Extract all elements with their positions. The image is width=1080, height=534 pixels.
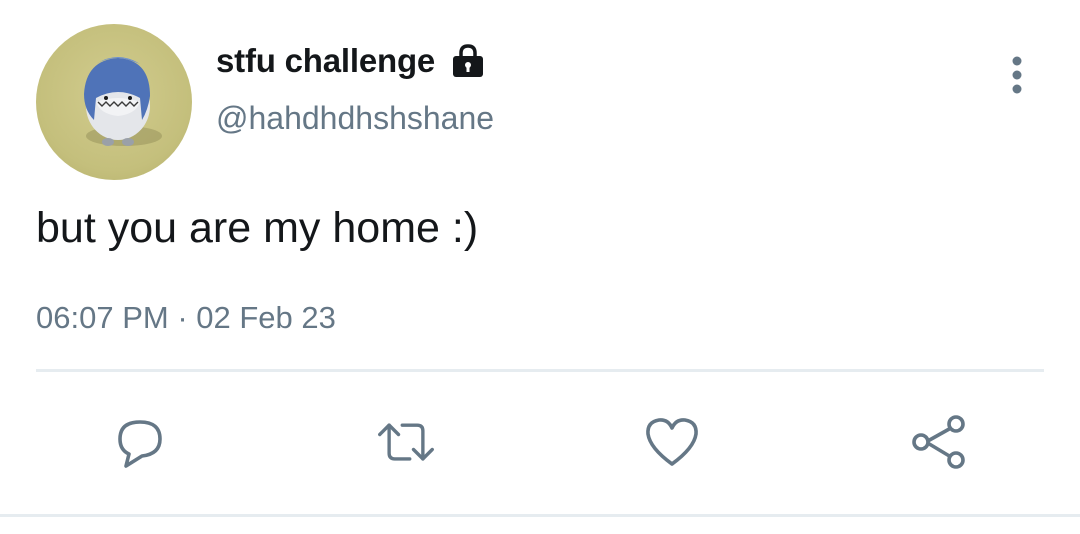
- avatar[interactable]: [36, 24, 192, 180]
- reply-button[interactable]: [110, 412, 170, 472]
- more-vertical-icon[interactable]: [1000, 52, 1034, 98]
- timestamp: 06:07 PM · 02 Feb 23: [36, 300, 336, 336]
- name-row: stfu challenge: [216, 40, 485, 82]
- avatar-image: [36, 24, 192, 180]
- heart-icon: [646, 418, 698, 466]
- share-button[interactable]: [908, 412, 968, 472]
- tweet-date[interactable]: 02 Feb 23: [196, 300, 336, 335]
- reply-icon: [118, 420, 162, 468]
- like-button[interactable]: [642, 412, 702, 472]
- tweet-time[interactable]: 06:07 PM: [36, 300, 169, 335]
- bottom-divider: [0, 514, 1080, 517]
- divider: [36, 369, 1044, 372]
- retweet-icon: [378, 423, 434, 461]
- user-handle[interactable]: @hahdhdhshshane: [216, 100, 494, 137]
- lock-icon: [451, 43, 485, 79]
- display-name[interactable]: stfu challenge: [216, 42, 435, 80]
- share-icon: [912, 415, 965, 469]
- timestamp-separator: ·: [177, 300, 188, 335]
- tweet-text: but you are my home :): [36, 204, 479, 252]
- retweet-button[interactable]: [376, 412, 436, 472]
